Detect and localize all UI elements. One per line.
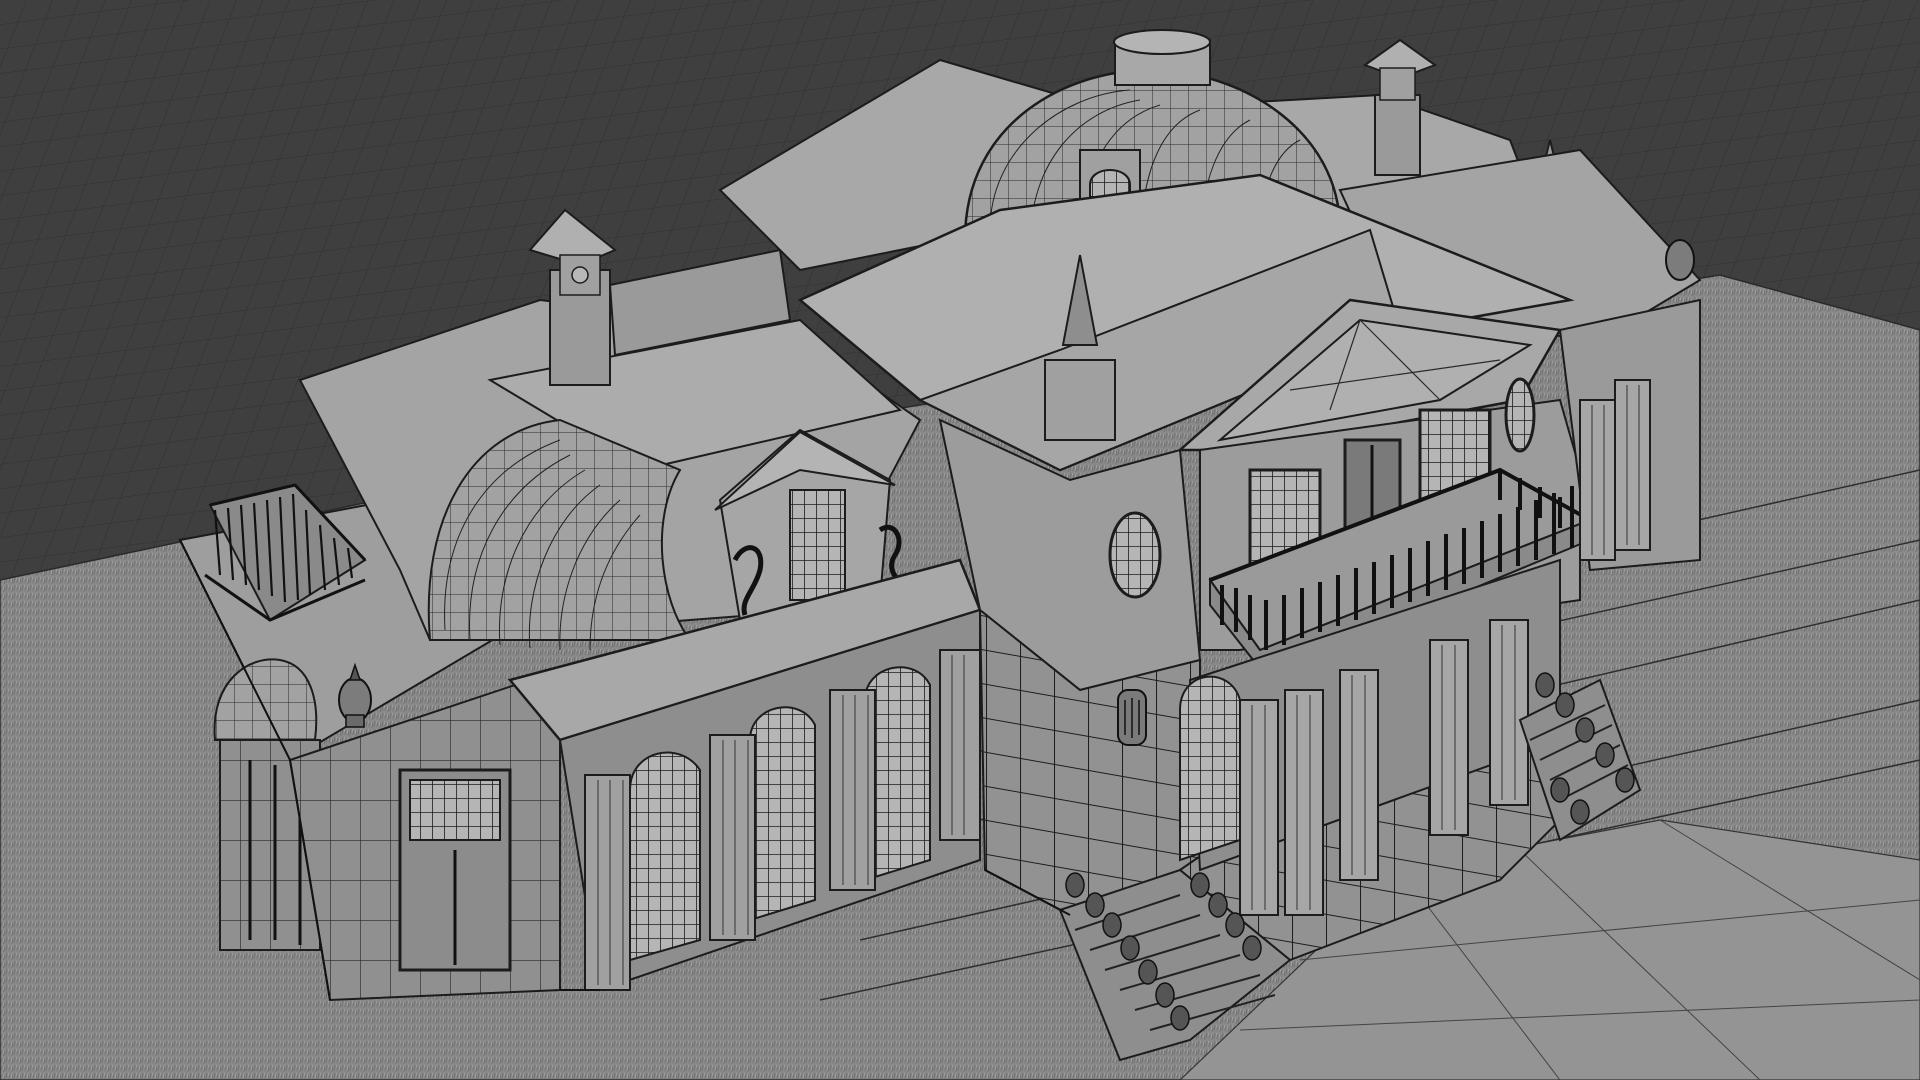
left-wing-door xyxy=(398,768,512,972)
3d-viewport[interactable] xyxy=(0,0,1920,1080)
viewport-scene[interactable] xyxy=(0,0,1920,1080)
wall-lantern xyxy=(1117,689,1147,746)
portico-arch-window xyxy=(1179,675,1241,862)
oval-window xyxy=(1108,511,1162,599)
